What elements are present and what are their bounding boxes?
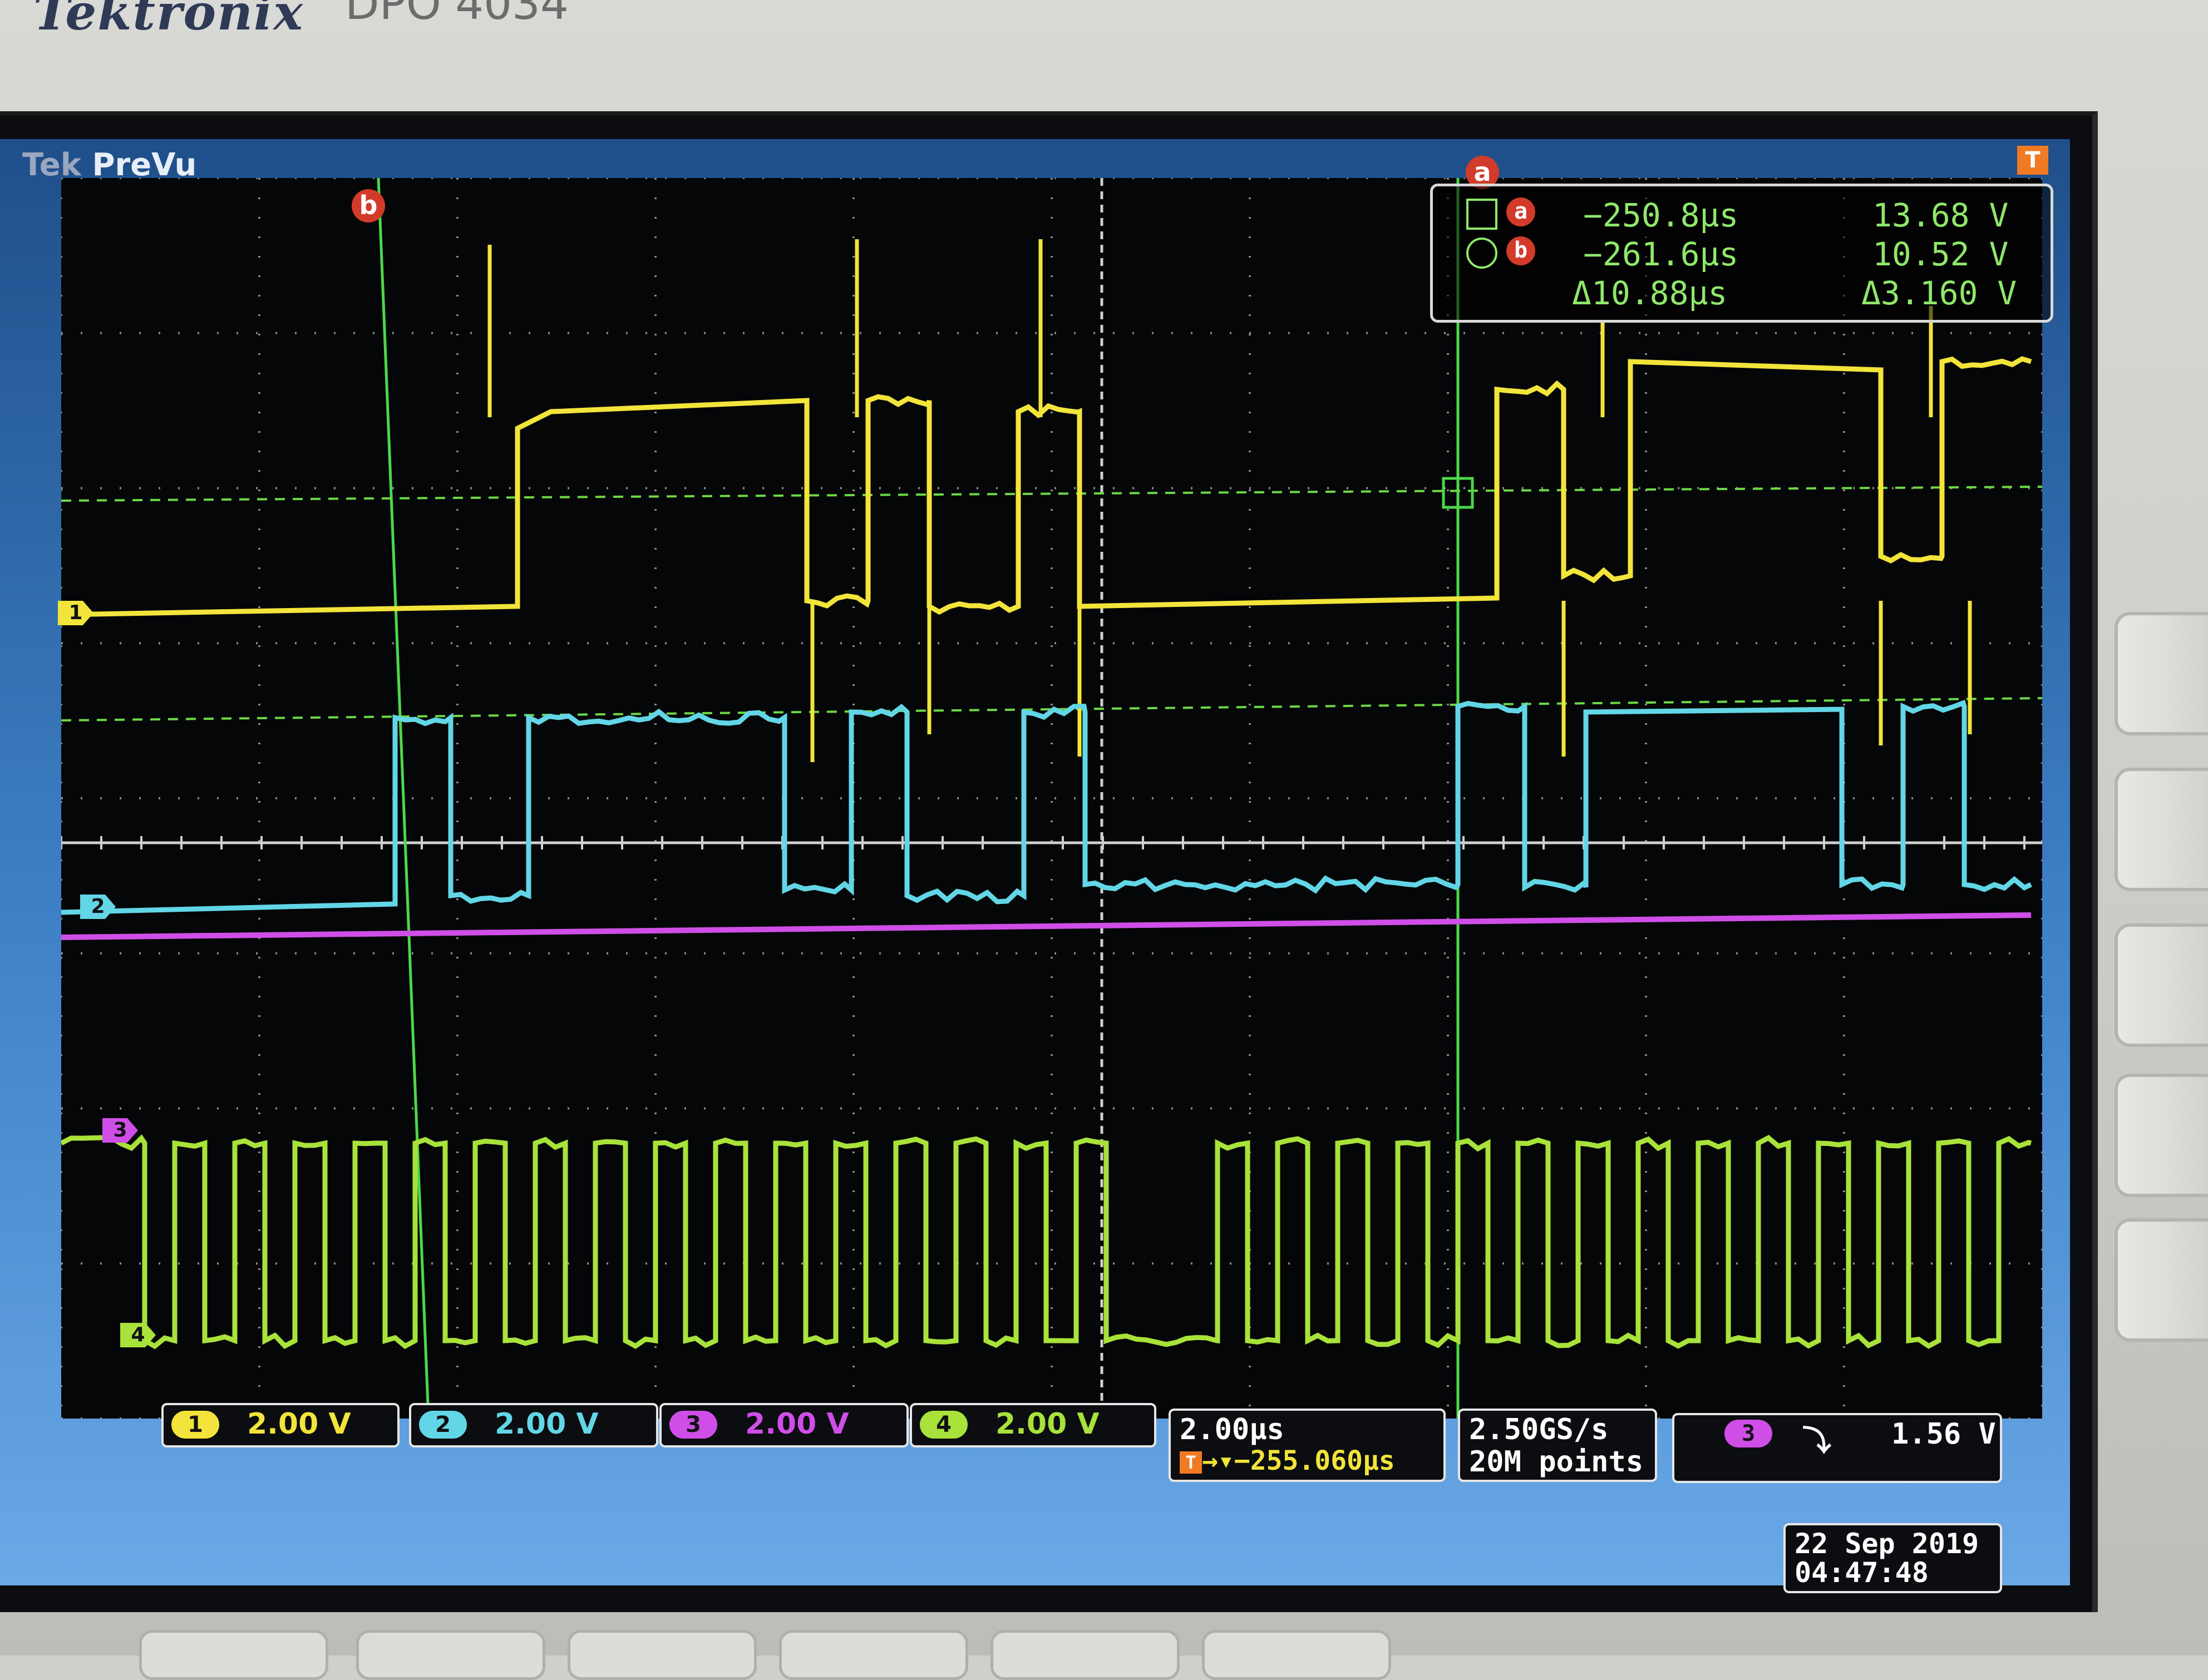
waveform-traces [61,239,2032,1350]
side-menu-button-5[interactable] [2115,1218,2208,1342]
cursor-readout-panel: a −250.8µs 13.68 V b −261.6µs 10.52 V Δ1… [1430,184,2053,323]
side-menu-button-4[interactable] [2115,1074,2208,1197]
cursor-a-badge: a [1506,197,1535,226]
horizontal-settings-box[interactable]: 2.00µs T →▾−255.060µs [1169,1409,1446,1482]
bottom-menu-button-4[interactable] [779,1630,968,1680]
ch2-scale-box[interactable]: 2 2.00 V [409,1403,658,1447]
bottom-menu-button-2[interactable] [356,1630,545,1680]
cursor-a-level-line [61,486,2042,502]
ch3-trace [61,912,2032,940]
bottom-menu-button-1[interactable] [139,1630,328,1680]
bottom-menu-button-6[interactable] [1202,1630,1391,1680]
brand-logo: Tektronix [33,0,304,41]
trigger-position-marker: T [2017,146,2048,175]
ch2-trace [61,699,2032,915]
cursor-b-volt: 10.52 V [1872,235,2009,273]
trigger-position-value: T →▾−255.060µs [1180,1445,1395,1476]
ch3-scale-box[interactable]: 3 2.00 V [659,1403,909,1447]
ch1-scale-box[interactable]: 1 2.00 V [161,1403,400,1447]
cursor-delta-row: Δ10.88µs Δ3.160 V [1433,274,2051,313]
date-time-box: 22 Sep 2019 04:47:48 [1783,1523,2002,1593]
ch1-scale: 2.00 V [247,1407,351,1441]
ch1-trace [61,356,2032,617]
ch4-scale: 2.00 V [995,1407,1100,1441]
trigger-level-value: 1.56 V [1891,1417,1996,1451]
ch4-chip: 4 [920,1411,968,1439]
date-value: 22 Sep 2019 [1795,1528,1979,1560]
falling-edge-icon: ⤵ [1802,1425,1832,1458]
cursor-delta-volt: Δ3.160 V [1861,274,2017,312]
bottom-menu-button-3[interactable] [568,1630,757,1680]
cursor-b-badge: b [1506,236,1535,265]
cursor-delta-time: Δ10.88µs [1572,274,1728,312]
trigger-settings-box[interactable]: 3 ⤵ 1.56 V [1672,1413,2002,1483]
trigger-icon: T [1180,1451,1202,1474]
bottom-menu-button-5[interactable] [990,1630,1180,1680]
side-menu-button-1[interactable] [2115,612,2208,735]
cursor-b-marker[interactable]: b [352,189,385,223]
ch4-scale-box[interactable]: 4 2.00 V [910,1403,1156,1447]
square-icon [1466,199,1497,230]
circle-icon [1466,238,1497,269]
sample-rate-value: 2.50GS/s [1469,1413,1609,1446]
time-value: 04:47:48 [1795,1557,1929,1589]
ch3-chip: 3 [669,1411,717,1439]
ch1-chip: 1 [171,1411,219,1439]
cursor-b-row: b −261.6µs 10.52 V [1433,235,2051,274]
record-length-value: 20M points [1469,1445,1644,1479]
waveform-display[interactable] [61,178,2042,1419]
ch4-trace [61,1134,2032,1350]
ch2-scale: 2.00 V [495,1407,599,1441]
trigger-position-text: →▾−255.060µs [1202,1445,1395,1476]
trigger-source-chip: 3 [1724,1420,1772,1447]
cursor-a-time: −250.8µs [1583,196,1739,234]
ch2-chip: 2 [419,1411,467,1439]
cursor-a-volt: 13.68 V [1872,196,2009,234]
cursor-a-row: a −250.8µs 13.68 V [1433,196,2051,235]
model-label: DPO 4034 [345,0,569,29]
cursor-b-time: −261.6µs [1583,235,1739,273]
side-menu-button-2[interactable] [2115,768,2208,891]
side-menu-button-3[interactable] [2115,923,2208,1047]
acquisition-box[interactable]: 2.50GS/s 20M points [1458,1409,1657,1482]
timebase-value: 2.00µs [1180,1413,1284,1446]
ch3-scale: 2.00 V [745,1407,849,1441]
